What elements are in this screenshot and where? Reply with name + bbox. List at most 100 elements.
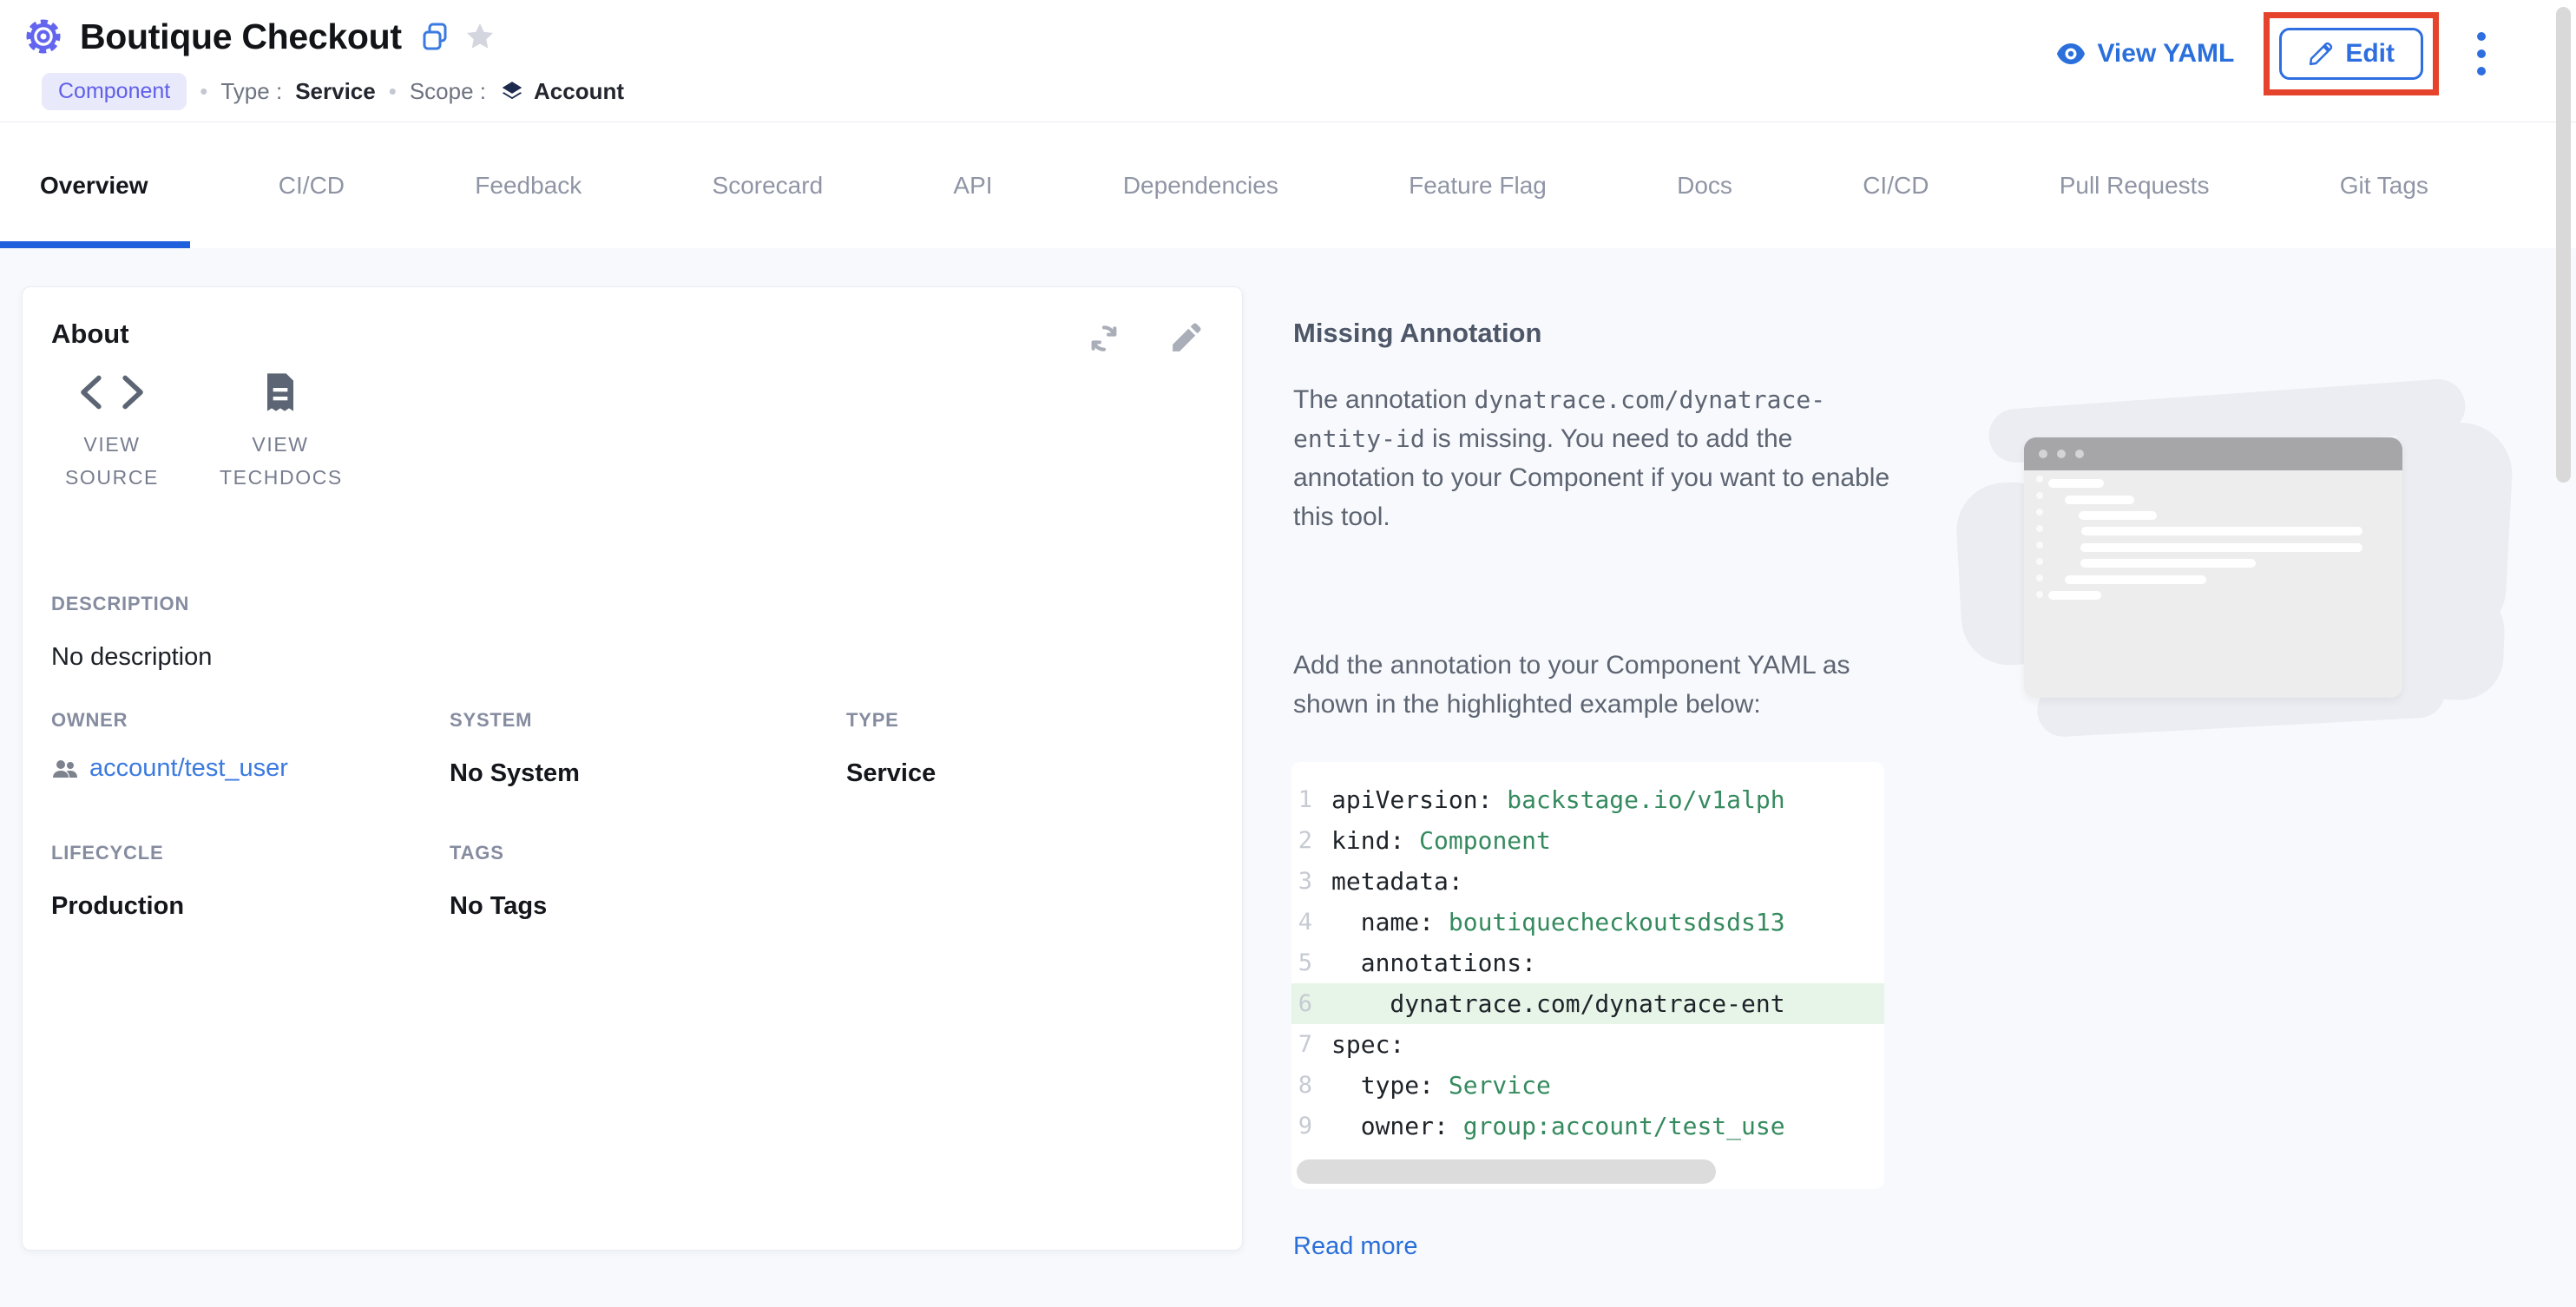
tags-label: TAGS: [450, 842, 846, 864]
scope-value-wrap: Account: [499, 78, 624, 105]
code-line-2: 2kind: Component: [1291, 820, 1884, 861]
lifecycle-label: LIFECYCLE: [51, 842, 450, 864]
type-label: Type :: [220, 78, 282, 105]
entity-tab-bar: Overview CI/CD Feedback Scorecard API Depende…: [0, 122, 2576, 248]
tab-api[interactable]: API: [936, 122, 1009, 248]
component-gear-icon: [23, 16, 64, 57]
about-quick-actions: VIEW SOURCE VIEW TECHDOCS: [38, 371, 354, 494]
code-line-9: 9 owner: group:account/test_use: [1291, 1106, 1884, 1146]
missing-annotation-title: Missing Annotation: [1293, 318, 1541, 349]
view-source-button[interactable]: VIEW SOURCE: [38, 371, 186, 494]
system-value: No System: [450, 759, 846, 788]
type-field-value: Service: [846, 759, 936, 788]
code-line-8: 8 type: Service: [1291, 1065, 1884, 1106]
about-card: About VIEW SOURCE: [22, 286, 1243, 1251]
pencil-icon: [2308, 41, 2334, 67]
annotation-text-prefix: The annotation: [1293, 385, 1475, 414]
owner-value-wrap: account/test_user: [51, 754, 450, 783]
system-label: SYSTEM: [450, 709, 846, 732]
owner-label: OWNER: [51, 709, 450, 732]
window-code-bar: [2079, 511, 2157, 520]
view-techdocs-button[interactable]: VIEW TECHDOCS: [207, 371, 354, 494]
edit-button[interactable]: Edit: [2279, 28, 2423, 80]
type-value: Service: [295, 78, 376, 105]
description-value: No description: [51, 643, 212, 672]
code-line-6: 6 dynatrace.com/dynatrace-ent: [1291, 983, 1884, 1024]
missing-annotation-illustration: [1957, 370, 2521, 752]
description-label: DESCRIPTION: [51, 593, 212, 615]
tab-ci-cd[interactable]: CI/CD: [261, 122, 362, 248]
content-area: About VIEW SOURCE: [0, 248, 2576, 1307]
yaml-code-block: 1apiVersion: backstage.io/v1alph2kind: C…: [1291, 762, 1884, 1189]
field-lifecycle: LIFECYCLE Production: [51, 842, 450, 921]
window-code-bar: [2065, 575, 2206, 584]
annotation-paragraph: The annotation dynatrace.com/dynatrace-e…: [1293, 380, 1915, 536]
code-line-1: 1apiVersion: backstage.io/v1alph: [1291, 779, 1884, 820]
entity-kind-badge: Component: [42, 73, 187, 110]
owner-link[interactable]: account/test_user: [89, 754, 288, 783]
read-more-link[interactable]: Read more: [1293, 1232, 1417, 1261]
tab-git-tags[interactable]: Git Tags: [2323, 122, 2446, 248]
field-tags: TAGS No Tags: [450, 842, 846, 921]
tags-value: No Tags: [450, 892, 846, 921]
group-icon: [51, 758, 79, 780]
field-system: SYSTEM No System: [450, 709, 846, 788]
tab-overview[interactable]: Overview: [23, 122, 166, 248]
entity-meta-row: Component • Type : Service • Scope : Acc…: [42, 73, 624, 110]
field-description: DESCRIPTION No description: [51, 593, 212, 672]
edit-button-label: Edit: [2345, 39, 2395, 69]
page-scrollbar: [2552, 0, 2576, 1307]
code-window-illustration: [2024, 437, 2402, 698]
separator-dot: •: [389, 78, 397, 105]
code-line-4: 4 name: boutiquecheckoutsdsds13: [1291, 902, 1884, 942]
about-card-title: About: [51, 319, 129, 350]
tab-ci-cd-2[interactable]: CI/CD: [1845, 122, 1946, 248]
type-field-label: TYPE: [846, 709, 936, 732]
view-techdocs-label: VIEW TECHDOCS: [220, 428, 341, 494]
title-row: Boutique Checkout: [23, 16, 497, 57]
scope-label: Scope :: [410, 78, 486, 105]
page-header: Boutique Checkout Component • Type : Ser…: [0, 0, 2576, 122]
tab-feedback[interactable]: Feedback: [457, 122, 599, 248]
page-title: Boutique Checkout: [80, 16, 402, 57]
window-line-dots: [2036, 476, 2043, 598]
window-code-bar: [2065, 496, 2134, 504]
code-line-7: 7spec:: [1291, 1024, 1884, 1065]
missing-annotation-panel: Missing Annotation The annotation dynatr…: [1291, 248, 2003, 1307]
scope-value: Account: [534, 78, 624, 105]
field-owner: OWNER account/test_user: [51, 709, 450, 788]
code-horizontal-scrollbar: [1297, 1159, 1879, 1184]
tab-feature-flag[interactable]: Feature Flag: [1391, 122, 1564, 248]
lifecycle-value: Production: [51, 892, 450, 921]
tab-dependencies[interactable]: Dependencies: [1106, 122, 1296, 248]
tab-docs[interactable]: Docs: [1659, 122, 1750, 248]
window-code-bar: [2048, 591, 2101, 600]
about-card-actions: [1088, 322, 1202, 355]
scribble-shape: [2389, 585, 2506, 701]
tab-pull-requests[interactable]: Pull Requests: [2042, 122, 2227, 248]
yaml-code-lines: 1apiVersion: backstage.io/v1alph2kind: C…: [1291, 762, 1884, 1146]
edit-highlight-box: Edit: [2264, 12, 2439, 95]
annotation-instructions: Add the annotation to your Component YAM…: [1293, 646, 1915, 724]
view-yaml-button[interactable]: View YAML: [2056, 39, 2234, 69]
view-source-label: VIEW SOURCE: [51, 428, 173, 494]
favorite-star-icon[interactable]: [463, 20, 497, 53]
topbar-actions: View YAML Edit: [2056, 12, 2494, 95]
code-line-5: 5 annotations:: [1291, 942, 1884, 983]
code-scrollbar-thumb[interactable]: [1297, 1159, 1716, 1184]
code-line-3: 3metadata:: [1291, 861, 1884, 902]
field-type: TYPE Service: [846, 709, 936, 788]
more-options-kebab[interactable]: [2468, 27, 2494, 81]
about-fields-grid: OWNER account/test_user SYSTEM No System…: [51, 709, 936, 921]
copy-icon[interactable]: [421, 22, 449, 51]
account-layers-icon: [499, 79, 525, 105]
edit-about-icon[interactable]: [1169, 322, 1202, 355]
window-code-bar: [2081, 527, 2362, 535]
view-yaml-label: View YAML: [2097, 39, 2234, 69]
window-code-bar: [2080, 559, 2256, 568]
document-icon: [262, 371, 299, 414]
tab-scorecard[interactable]: Scorecard: [695, 122, 841, 248]
page-scrollbar-thumb[interactable]: [2556, 7, 2571, 483]
eye-icon: [2056, 43, 2086, 65]
refresh-icon[interactable]: [1088, 322, 1120, 355]
